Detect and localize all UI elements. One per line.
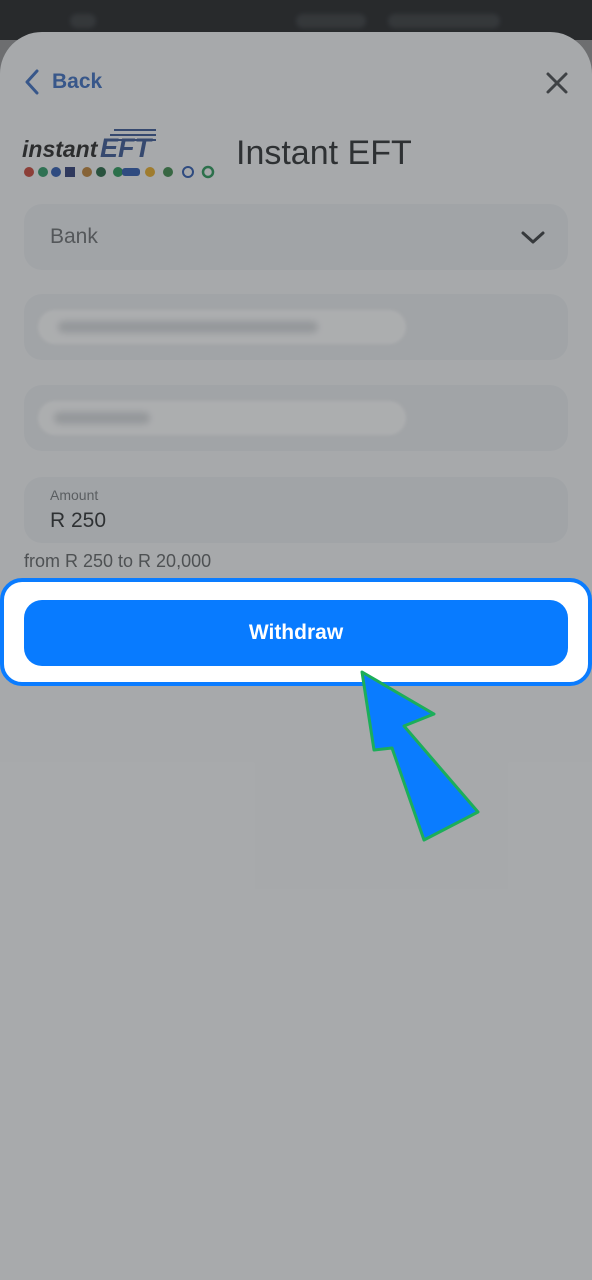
- chevron-down-icon: [521, 231, 545, 244]
- back-label: Back: [52, 70, 103, 93]
- redacted-value: [38, 401, 406, 435]
- redacted-value: [38, 310, 406, 344]
- amount-value: R 250: [50, 509, 107, 532]
- svg-text:EFT: EFT: [100, 133, 154, 163]
- back-button[interactable]: Back: [24, 66, 102, 98]
- svg-text:instant: instant: [22, 136, 99, 162]
- page-title: Instant EFT: [236, 134, 412, 172]
- pointer-arrow-icon: [360, 670, 480, 842]
- amount-limits-hint: from R 250 to R 20,000: [24, 551, 212, 571]
- status-icon: [388, 14, 500, 28]
- bank-select[interactable]: Bank: [24, 204, 568, 270]
- amount-field[interactable]: Amount R 250: [24, 477, 568, 543]
- status-icon: [296, 14, 366, 28]
- amount-label: Amount: [50, 487, 99, 503]
- chevron-left-icon: [25, 69, 39, 95]
- close-icon[interactable]: [540, 66, 574, 100]
- status-icon: [70, 14, 96, 28]
- withdraw-button[interactable]: Withdraw: [24, 600, 568, 666]
- account-holder-field[interactable]: [24, 294, 568, 360]
- account-number-field[interactable]: [24, 385, 568, 451]
- instant-eft-logo: instant EFT: [22, 129, 215, 179]
- withdraw-highlight: Withdraw: [0, 578, 592, 686]
- bank-select-label: Bank: [50, 225, 98, 248]
